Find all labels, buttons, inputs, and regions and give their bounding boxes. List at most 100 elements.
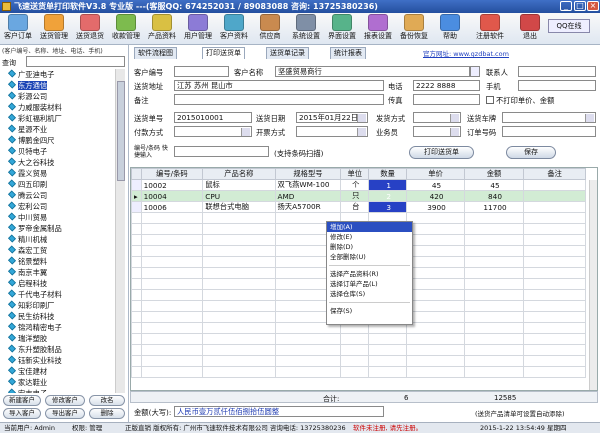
- grid-cell-qty[interactable]: 2: [368, 190, 408, 202]
- grid-cell-spec[interactable]: 双飞燕WM-100: [274, 179, 342, 191]
- grid-cell-unit[interactable]: 个: [340, 179, 370, 191]
- customer-search-input[interactable]: [26, 56, 125, 67]
- grid-cell-name[interactable]: CPU: [202, 190, 276, 202]
- minimize-button[interactable]: _: [560, 1, 572, 11]
- customer-list-item[interactable]: 千代电子材料: [2, 289, 114, 300]
- customer-list-item[interactable]: 钰新实业科技: [2, 355, 114, 366]
- grid-cell-amount[interactable]: 11700: [463, 201, 525, 213]
- table-row[interactable]: 10002 鼠标 双飞燕WM-100 个 1 45 45: [131, 179, 586, 191]
- grid-cell-note[interactable]: [523, 201, 586, 213]
- context-menu-item[interactable]: 增加(A): [327, 222, 412, 232]
- customer-list-item[interactable]: 家达鞋业: [2, 377, 114, 388]
- grid-cell-spec[interactable]: AMD: [274, 190, 342, 202]
- toolbar-button-10[interactable]: 报表设置: [360, 14, 396, 44]
- address-field[interactable]: 江苏 苏州 昆山市: [174, 80, 384, 91]
- customer-list-item[interactable]: 星源不业: [2, 124, 114, 135]
- context-menu-item[interactable]: 全部删除(U): [327, 252, 412, 262]
- customer-list-item[interactable]: 精川机械: [2, 234, 114, 245]
- grid-header[interactable]: 单价: [406, 168, 465, 180]
- grid-cell-name[interactable]: 联想台式电脑: [202, 201, 276, 213]
- fax-field[interactable]: [413, 94, 480, 105]
- export-customer-button[interactable]: 导出客户: [45, 408, 85, 419]
- close-button[interactable]: ×: [587, 1, 599, 11]
- customer-list-scrollbar[interactable]: [115, 69, 125, 393]
- context-menu-item[interactable]: 选择产品资料(R): [327, 269, 412, 279]
- new-customer-button[interactable]: 新建客户: [3, 395, 41, 406]
- table-row[interactable]: ▸ 10004 CPU AMD 只 2 420 840: [131, 190, 586, 202]
- context-menu-item[interactable]: 选择订单产品(L): [327, 279, 412, 289]
- maximize-button[interactable]: □: [574, 1, 586, 11]
- salesman-select[interactable]: [413, 126, 461, 137]
- customer-list-item[interactable]: 中川贸易: [2, 212, 114, 223]
- customer-list-item[interactable]: 东升塑胶制品: [2, 344, 114, 355]
- rename-customer-button[interactable]: 改名: [89, 395, 125, 406]
- toolbar-button-6[interactable]: 客户资料: [216, 14, 252, 44]
- customer-list-item[interactable]: 宏利公司: [2, 201, 114, 212]
- customer-list-item[interactable]: 瑞洋塑胶: [2, 333, 114, 344]
- customer-list-item[interactable]: 霞义贸易: [2, 168, 114, 179]
- customer-list-item[interactable]: 彩虹福利机厂: [2, 113, 114, 124]
- grid-header[interactable]: 产品名称: [202, 168, 276, 180]
- no-price-checkbox[interactable]: [486, 96, 494, 104]
- import-customer-button[interactable]: 导入客户: [3, 408, 41, 419]
- grid-cell-code[interactable]: 10006: [140, 201, 204, 213]
- customer-list-item[interactable]: 森宏工贸: [2, 245, 114, 256]
- customer-list-item[interactable]: 广亚迪电子: [2, 69, 114, 80]
- grid-cell-code[interactable]: 10002: [140, 179, 204, 191]
- customer-search-icon[interactable]: [470, 66, 480, 77]
- customer-list-item[interactable]: 锦鸿精密电子: [2, 322, 114, 333]
- tab-order-records[interactable]: 送货单记录: [266, 47, 309, 59]
- toolbar-button-9[interactable]: 界面设置: [324, 14, 360, 44]
- context-menu-item[interactable]: 保存(S): [327, 306, 412, 316]
- toolbar-button-14[interactable]: 退出: [512, 14, 548, 44]
- toolbar-button-7[interactable]: 供应商: [252, 14, 288, 44]
- grid-cell-spec[interactable]: 扬天A5700R: [274, 201, 342, 213]
- row-indicator[interactable]: ▸: [131, 190, 142, 202]
- grid-cell-note[interactable]: [523, 179, 586, 191]
- context-menu-item[interactable]: 修改(E): [327, 232, 412, 242]
- toolbar-button-2[interactable]: 送货退货: [72, 14, 108, 44]
- grid-cell-unit[interactable]: 台: [340, 201, 370, 213]
- tab-print-order[interactable]: 打印送货单: [202, 47, 245, 59]
- toolbar-button-4[interactable]: 产品资料: [144, 14, 180, 44]
- order-num-field[interactable]: [502, 126, 596, 137]
- grid-cell-qty[interactable]: 3: [368, 201, 408, 213]
- tab-reports[interactable]: 统计报表: [330, 47, 366, 59]
- phone-field[interactable]: 2222 8888: [413, 80, 480, 91]
- customer-list-item[interactable]: 博鹏金四尺: [2, 135, 114, 146]
- customer-name-field[interactable]: 坚盛贸易商行: [275, 66, 470, 77]
- customer-list-item[interactable]: 彩源公司: [2, 91, 114, 102]
- toolbar-button-13[interactable]: 注册软件: [472, 14, 508, 44]
- save-button[interactable]: 保存: [506, 146, 556, 159]
- toolbar-button-1[interactable]: 送货管理: [36, 14, 72, 44]
- toolbar-button-11[interactable]: 备份恢复: [396, 14, 432, 44]
- customer-list-item[interactable]: 民生纺科技: [2, 311, 114, 322]
- grid-cell-price[interactable]: 3900: [406, 201, 465, 213]
- context-menu-item[interactable]: 删除(D): [327, 242, 412, 252]
- customer-list-item[interactable]: 启程科技: [2, 278, 114, 289]
- toolbar-button-5[interactable]: 用户管理: [180, 14, 216, 44]
- toolbar-button-3[interactable]: 收款管理: [108, 14, 144, 44]
- row-indicator[interactable]: [131, 201, 142, 213]
- vehicle-select[interactable]: [502, 112, 596, 123]
- customer-list-item[interactable]: 宏志电子: [2, 388, 114, 393]
- pay-select[interactable]: [174, 126, 252, 137]
- customer-list-item[interactable]: 铭景塑料: [2, 256, 114, 267]
- grid-cell-code[interactable]: 10004: [140, 190, 204, 202]
- customer-list-item[interactable]: 腾云公司: [2, 190, 114, 201]
- grid-header[interactable]: 金额: [463, 168, 525, 180]
- customer-list-item[interactable]: 南京丰翼: [2, 267, 114, 278]
- note-field[interactable]: [174, 94, 384, 105]
- customer-no-field[interactable]: [174, 66, 229, 77]
- table-row[interactable]: 10006 联想台式电脑 扬天A5700R 台 3 3900 11700: [131, 201, 586, 213]
- website-link[interactable]: 官方网址: www.gzdbat.com: [423, 48, 509, 58]
- customer-list-item[interactable]: 知彩印刷厂: [2, 300, 114, 311]
- customer-list-item[interactable]: 东方通信: [2, 80, 114, 91]
- grid-cell-price[interactable]: 420: [406, 190, 465, 202]
- tab-flowchart[interactable]: 软件流程图: [134, 47, 177, 59]
- grid-header[interactable]: 规格型号: [274, 168, 342, 180]
- mobile-field[interactable]: [518, 80, 596, 91]
- customer-list-item[interactable]: 罗帝金属制品: [2, 223, 114, 234]
- edit-customer-button[interactable]: 修改客户: [45, 395, 85, 406]
- customer-list-item[interactable]: 贝特电子: [2, 146, 114, 157]
